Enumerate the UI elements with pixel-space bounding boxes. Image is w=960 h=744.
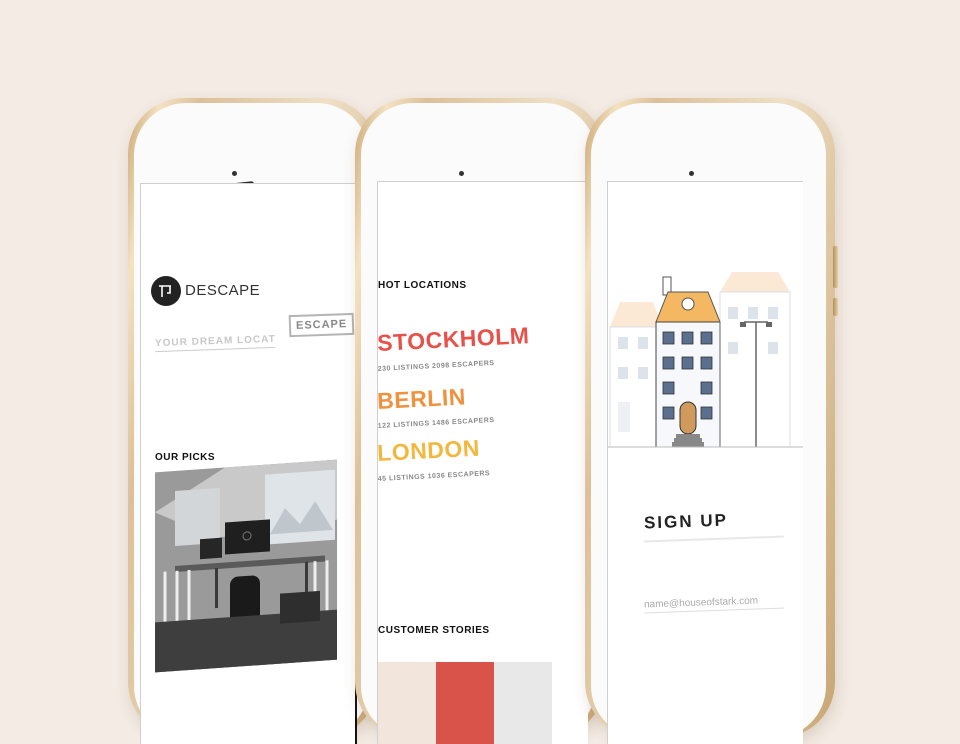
story-tile[interactable] [378, 662, 436, 744]
phone-glass: HOT LOCATIONS STOCKHOLM 230 LISTINGS 209… [361, 103, 596, 744]
customer-stories-heading: CUSTOMER STORIES [378, 625, 490, 636]
city-london[interactable]: LONDON [378, 435, 481, 467]
email-field[interactable] [643, 592, 785, 614]
story-tile[interactable] [494, 662, 552, 744]
city-stockholm-meta: 230 LISTINGS 2098 ESCAPERS [377, 359, 495, 373]
phone-glass: SIGN UP [591, 103, 826, 744]
screen-home: DESCAPE ESCAPE OUR PICKS [140, 183, 357, 744]
signup-divider [644, 535, 784, 543]
escape-button[interactable]: ESCAPE [288, 312, 355, 338]
screen-locations: HOT LOCATIONS STOCKHOLM 230 LISTINGS 209… [377, 181, 588, 744]
city-stockholm[interactable]: STOCKHOLM [378, 322, 530, 357]
office-scene-image [155, 459, 337, 673]
city-berlin[interactable]: BERLIN [378, 383, 467, 415]
sensor-icon [689, 171, 694, 176]
city-berlin-meta: 122 LISTINGS 1486 ESCAPERS [377, 416, 495, 430]
houses-illustration [608, 272, 803, 448]
phone-left: DESCAPE ESCAPE OUR PICKS [128, 98, 381, 744]
dream-location-input[interactable] [154, 331, 276, 353]
brand-name: DESCAPE [185, 282, 261, 299]
story-tile[interactable] [436, 662, 494, 744]
screen-signup: SIGN UP [607, 181, 803, 744]
pick-photo-image[interactable] [155, 459, 337, 673]
mute-switch [833, 298, 838, 316]
phone-middle: HOT LOCATIONS STOCKHOLM 230 LISTINGS 209… [355, 98, 608, 744]
volume-button [833, 246, 838, 288]
hot-locations-heading: HOT LOCATIONS [378, 280, 467, 291]
sensor-icon [459, 171, 464, 176]
city-london-meta: 45 LISTINGS 1036 ESCAPERS [377, 470, 491, 483]
descape-logo-icon [151, 276, 181, 306]
sensor-icon [232, 171, 237, 176]
signup-heading: SIGN UP [643, 510, 729, 533]
phone-right: SIGN UP [585, 98, 838, 744]
our-picks-heading: OUR PICKS [155, 452, 216, 463]
phone-glass: DESCAPE ESCAPE OUR PICKS [134, 103, 369, 744]
